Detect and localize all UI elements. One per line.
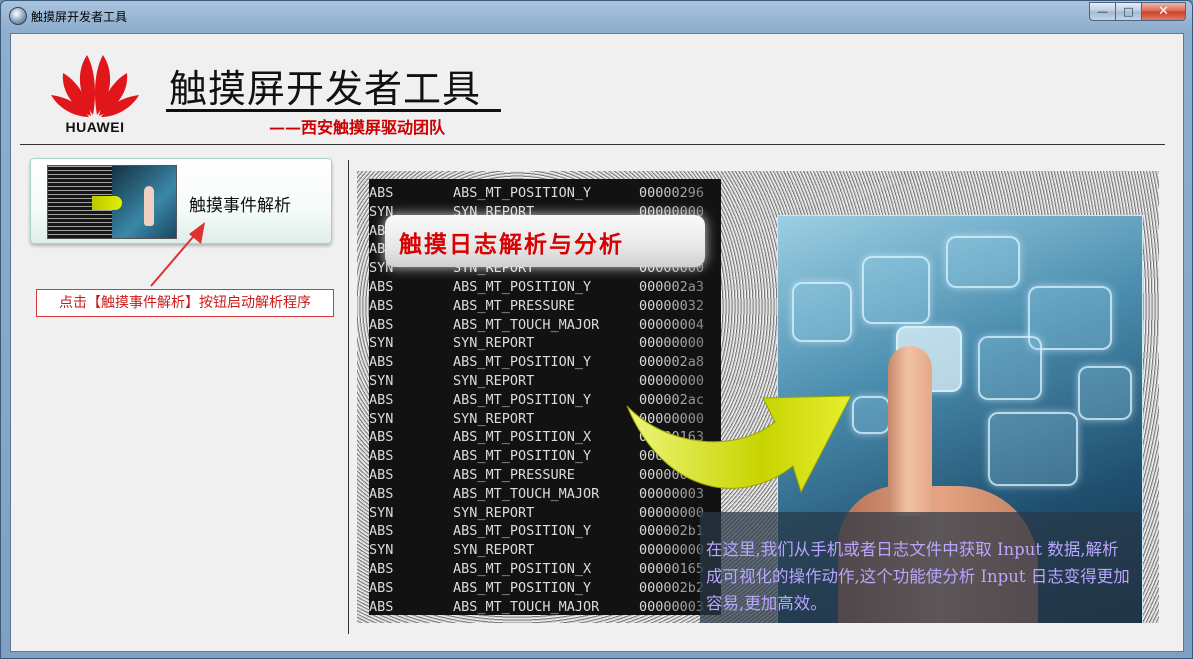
huawei-logo: HUAWEI: [49, 49, 141, 139]
header-divider: [20, 144, 1165, 145]
client-area: HUAWEI 触摸屏开发者工具 ——西安触摸屏驱动团队 触摸事件解析 点击【触摸…: [10, 33, 1184, 652]
panel-divider: [348, 160, 349, 634]
brand-wordmark: HUAWEI: [65, 119, 125, 135]
ui-tile: [1078, 366, 1132, 420]
thumb-arrow-icon: [92, 196, 122, 210]
tool-label: 触摸事件解析: [189, 196, 291, 216]
window-title: 触摸屏开发者工具: [31, 10, 128, 24]
title-bar[interactable]: 触摸屏开发者工具 — □ ✕: [1, 1, 1192, 31]
maximize-button[interactable]: □: [1116, 2, 1142, 21]
ui-tile: [862, 256, 930, 324]
feature-banner: ABSABS_MT_POSITION_Y00000296SYNSYN_REPOR…: [357, 171, 1159, 623]
banner-description: 在这里,我们从手机或者日志文件中获取 Input 数据,解析成可视化的操作动作,…: [706, 540, 1130, 613]
ui-tile: [852, 396, 890, 434]
window-controls: — □ ✕: [1089, 2, 1186, 22]
app-window: 触摸屏开发者工具 — □ ✕ HUAWEI 触摸屏开发者工具 ——西安触摸屏驱动…: [0, 0, 1193, 659]
team-subtitle: ——西安触摸屏驱动团队: [269, 118, 446, 137]
hint-arrow-icon: [150, 222, 205, 287]
huawei-petals-icon: [51, 55, 139, 117]
green-arrow-icon: [626, 395, 852, 494]
title-underline: [166, 109, 501, 112]
minimize-button[interactable]: —: [1089, 2, 1116, 21]
finger: [888, 346, 932, 516]
close-button[interactable]: ✕: [1142, 2, 1186, 21]
app-icon[interactable]: [9, 7, 27, 25]
hint-text: 点击【触摸事件解析】按钮启动解析程序: [36, 289, 334, 317]
ui-tile: [792, 282, 852, 342]
banner-headline: 触摸日志解析与分析: [399, 231, 624, 258]
page-title: 触摸屏开发者工具: [169, 67, 482, 111]
ui-tile: [946, 236, 1020, 288]
ui-tile: [978, 336, 1042, 400]
ui-tile: [988, 412, 1078, 486]
